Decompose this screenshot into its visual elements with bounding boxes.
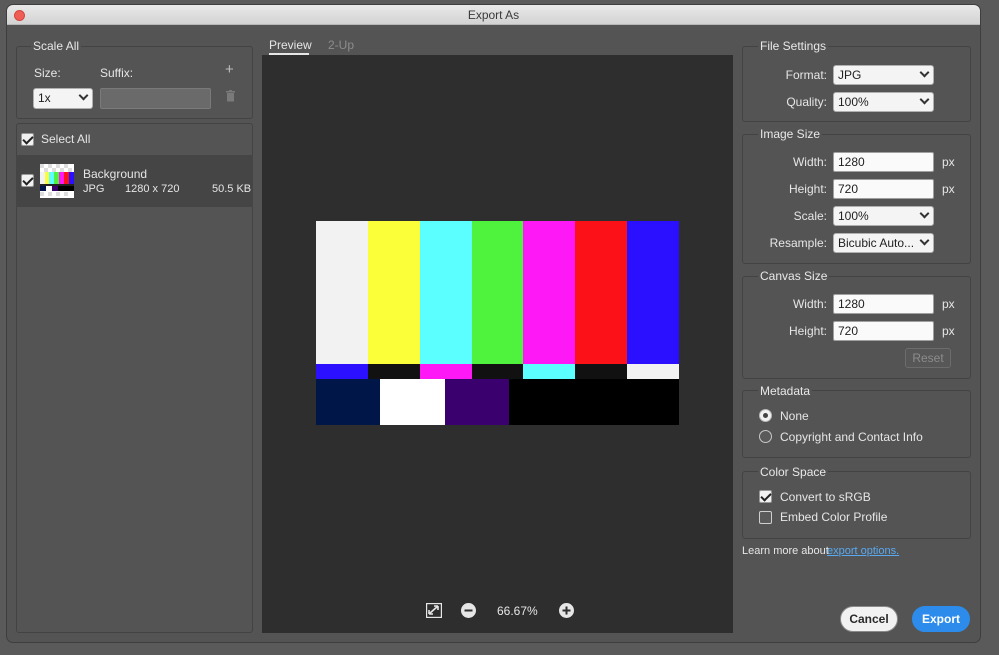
export-button[interactable]: Export — [912, 606, 970, 632]
zoom-in-icon[interactable] — [559, 603, 574, 618]
scale-label: Scale: — [793, 209, 827, 223]
image-size-title: Image Size — [758, 127, 823, 141]
size-select[interactable]: 1x — [33, 88, 93, 109]
canvas-width-unit: px — [942, 297, 955, 311]
embed-profile-checkbox[interactable] — [759, 511, 772, 524]
suffix-label: Suffix: — [100, 66, 134, 80]
quality-label: Quality: — [786, 95, 827, 109]
file-settings-title: File Settings — [758, 39, 829, 53]
quality-select-value: 100% — [838, 95, 869, 109]
image-width-unit: px — [942, 155, 955, 169]
mid-bars-bar — [575, 364, 628, 379]
metadata-copyright-label: Copyright and Contact Info — [780, 430, 923, 444]
canvas-width-input[interactable]: 1280 — [833, 294, 934, 314]
layer-name: Background — [83, 167, 148, 181]
title-bar: Export As — [7, 5, 980, 25]
mid-bars-bar — [627, 364, 679, 379]
trash-icon[interactable] — [225, 90, 236, 102]
format-label: Format: — [785, 68, 827, 82]
learn-more-text: Learn more about — [742, 545, 829, 557]
convert-srgb-checkbox[interactable] — [759, 490, 772, 503]
embed-profile-label: Embed Color Profile — [780, 510, 888, 524]
resample-select[interactable]: Bicubic Auto... — [833, 233, 934, 253]
color-space-title: Color Space — [758, 465, 829, 479]
zoom-out-icon[interactable] — [461, 603, 476, 618]
chevron-down-icon — [919, 67, 930, 78]
scale-select-value: 100% — [838, 209, 869, 223]
mid-bars-bar — [316, 364, 368, 379]
canvas-width-label: Width: — [792, 297, 827, 311]
canvas-size-title: Canvas Size — [758, 269, 830, 283]
layer-dimensions: 1280 x 720 — [125, 183, 180, 195]
layer-format: JPG — [83, 183, 105, 195]
mid-bars-bar — [471, 364, 524, 379]
canvas-height-input[interactable]: 720 — [833, 321, 934, 341]
export-options-link[interactable]: export options. — [827, 545, 899, 557]
suffix-input[interactable] — [100, 88, 211, 109]
export-as-dialog: Export As Scale All Size: Suffix: + 1x S… — [7, 5, 980, 642]
bottom-bars-bar — [445, 379, 509, 425]
top-bars-bar — [627, 221, 679, 364]
canvas-height-unit: px — [942, 324, 955, 338]
color-bars-bottom — [316, 379, 679, 425]
metadata-none-label: None — [780, 409, 809, 423]
color-bars-top — [316, 221, 679, 364]
layer-checkbox[interactable] — [21, 174, 34, 187]
chevron-down-icon — [919, 208, 930, 219]
add-scale-icon[interactable]: + — [225, 62, 237, 77]
cancel-button[interactable]: Cancel — [840, 606, 898, 632]
top-bars-bar — [471, 221, 524, 364]
top-bars-bar — [367, 221, 420, 364]
fit-to-view-icon[interactable] — [426, 603, 442, 618]
layer-file-size: 50.5 KB — [212, 183, 252, 195]
chevron-down-icon — [919, 94, 930, 105]
image-width-label: Width: — [792, 155, 827, 169]
bottom-bars-bar — [316, 379, 380, 425]
image-width-input[interactable]: 1280 — [833, 152, 934, 172]
select-all-label: Select All — [41, 132, 91, 146]
metadata-none-radio[interactable] — [759, 409, 772, 422]
preview-canvas[interactable]: 66.67% — [262, 55, 733, 633]
tab-2-up[interactable]: 2-Up — [328, 38, 354, 52]
format-select[interactable]: JPG — [833, 65, 934, 85]
reset-button[interactable]: Reset — [905, 348, 951, 368]
canvas-height-label: Height: — [788, 324, 827, 338]
color-bars-middle — [316, 364, 679, 379]
mid-bars-bar — [419, 364, 472, 379]
quality-select[interactable]: 100% — [833, 92, 934, 112]
mid-bars-bar — [523, 364, 576, 379]
bottom-bars-bar — [594, 379, 679, 425]
size-label: Size: — [34, 66, 61, 80]
chevron-down-icon — [78, 90, 89, 101]
window-title: Export As — [467, 8, 520, 22]
layer-row[interactable]: Background JPG 1280 x 720 50.5 KB — [16, 155, 253, 207]
image-height-input[interactable]: 720 — [833, 179, 934, 199]
tab-preview[interactable]: Preview — [269, 38, 312, 52]
metadata-copyright-radio[interactable] — [759, 430, 772, 443]
zoom-level: 66.67% — [497, 604, 538, 618]
scale-all-title: Scale All — [31, 39, 82, 53]
size-select-value: 1x — [38, 91, 51, 105]
metadata-title: Metadata — [758, 384, 813, 398]
image-height-unit: px — [942, 182, 955, 196]
convert-srgb-label: Convert to sRGB — [780, 490, 871, 504]
top-bars-bar — [419, 221, 472, 364]
resample-select-value: Bicubic Auto... — [838, 236, 915, 250]
select-all-checkbox[interactable] — [21, 133, 34, 146]
image-height-label: Height: — [788, 182, 827, 196]
resample-label: Resample: — [769, 236, 827, 250]
bottom-bars-bar — [509, 379, 594, 425]
bottom-bars-bar — [380, 379, 445, 425]
chevron-down-icon — [919, 235, 930, 246]
top-bars-bar — [575, 221, 628, 364]
color-space-group — [742, 471, 971, 539]
top-bars-bar — [523, 221, 576, 364]
scale-select[interactable]: 100% — [833, 206, 934, 226]
preview-image — [316, 221, 679, 425]
top-bars-bar — [316, 221, 368, 364]
format-select-value: JPG — [838, 68, 862, 82]
metadata-group — [742, 390, 971, 458]
layer-thumbnail — [40, 164, 74, 198]
mid-bars-bar — [367, 364, 420, 379]
